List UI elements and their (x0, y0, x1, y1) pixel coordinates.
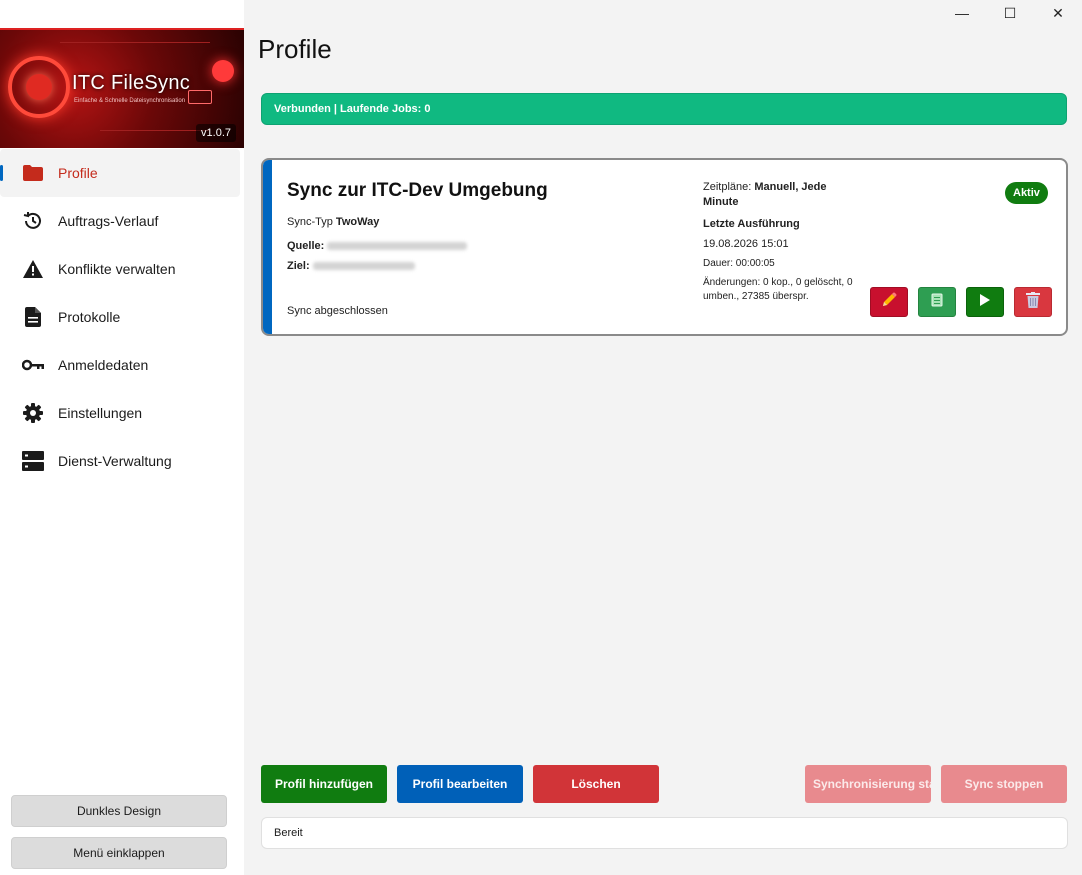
logo-tagline: Einfache & Schnelle Dateisynchronisation (74, 98, 186, 104)
window-controls: — ☐ ✕ (938, 0, 1082, 26)
folder-icon (22, 162, 44, 184)
sidebar-item-logs[interactable]: Protokolle (0, 293, 244, 341)
sidebar-item-label: Anmeldedaten (58, 357, 149, 373)
target-path-redacted (312, 262, 415, 271)
profile-title: Sync zur ITC-Dev Umgebung (287, 180, 548, 201)
sidebar-item-history[interactable]: Auftrags-Verlauf (0, 197, 244, 245)
sidebar-item-profile[interactable]: Profile (0, 149, 240, 197)
schedules-line: Zeitpläne: Manuell, Jede Minute (703, 180, 853, 210)
sidebar-item-label: Protokolle (58, 309, 121, 325)
close-button[interactable]: ✕ (1034, 0, 1082, 26)
trash-icon (1026, 291, 1040, 313)
app-logo: ITC FileSync Einfache & Schnelle Dateisy… (0, 28, 244, 148)
start-sync-button[interactable]: Synchronisierung starten (805, 765, 931, 803)
warning-icon (22, 258, 44, 280)
delete-button[interactable]: Löschen (533, 765, 659, 803)
card-accent (263, 160, 272, 334)
stop-sync-button[interactable]: Sync stoppen (941, 765, 1067, 803)
page-title: Profile (258, 34, 332, 64)
sidebar-nav: Profile Auftrags-Verlauf Konflikte verwa… (0, 149, 244, 485)
maximize-button[interactable]: ☐ (986, 0, 1034, 26)
sidebar-item-label: Einstellungen (58, 405, 143, 421)
run-profile-icon-button[interactable] (966, 287, 1004, 317)
add-profile-button[interactable]: Profil hinzufügen (261, 765, 387, 803)
sidebar: ITC FileSync Einfache & Schnelle Dateisy… (0, 0, 244, 875)
schedules-label: Zeitpläne: (703, 181, 752, 193)
sync-logo-icon (8, 56, 70, 118)
profile-card[interactable]: Sync zur ITC-Dev Umgebung Sync-Typ TwoWa… (261, 158, 1068, 336)
copy-profile-icon-button[interactable] (918, 287, 956, 317)
sidebar-item-conflicts[interactable]: Konflikte verwalten (0, 245, 244, 293)
sidebar-item-credentials[interactable]: Anmeldedaten (0, 341, 244, 389)
logo-brand: ITC FileSync (72, 72, 191, 94)
edit-profile-icon-button[interactable] (870, 287, 908, 317)
copy-icon (931, 293, 943, 312)
status-badge: Aktiv (1005, 182, 1048, 204)
profile-status: Sync abgeschlossen (287, 305, 388, 317)
connection-status-banner: Verbunden | Laufende Jobs: 0 (261, 93, 1067, 125)
play-icon (980, 293, 990, 311)
target-line: Ziel: (287, 260, 415, 272)
document-icon (22, 306, 44, 328)
dark-mode-button[interactable]: Dunkles Design (11, 795, 227, 827)
key-icon (22, 354, 44, 376)
pencil-icon (881, 292, 897, 313)
sidebar-item-settings[interactable]: Einstellungen (0, 389, 244, 437)
target-label: Ziel: (287, 260, 310, 272)
sidebar-item-label: Konflikte verwalten (58, 261, 176, 277)
edit-profile-button[interactable]: Profil bearbeiten (397, 765, 523, 803)
last-run-value: 19.08.2026 15:01 (703, 238, 789, 250)
source-line: Quelle: (287, 240, 468, 252)
sidebar-item-service[interactable]: Dienst-Verwaltung (0, 437, 244, 485)
server-icon (22, 450, 44, 472)
history-icon (22, 210, 44, 232)
sync-type-value: TwoWay (335, 216, 380, 228)
last-run-label: Letzte Ausführung (703, 218, 800, 230)
sidebar-item-label: Profile (58, 165, 98, 181)
source-path-redacted (327, 242, 468, 251)
monitor-icon (188, 90, 212, 104)
delete-profile-icon-button[interactable] (1014, 287, 1052, 317)
duration: Dauer: 00:00:05 (703, 258, 775, 269)
source-label: Quelle: (287, 240, 325, 252)
gear-icon (22, 402, 44, 424)
sidebar-item-label: Auftrags-Verlauf (58, 213, 159, 229)
minimize-button[interactable]: — (938, 0, 986, 26)
version-badge: v1.0.7 (196, 124, 236, 142)
status-bar: Bereit (261, 817, 1068, 849)
sync-type-label: Sync-Typ (287, 216, 333, 228)
sync-type-line: Sync-Typ TwoWay (287, 216, 379, 228)
changes-summary: Änderungen: 0 kop., 0 gelöscht, 0 umben.… (703, 277, 853, 302)
collapse-menu-button[interactable]: Menü einklappen (11, 837, 227, 869)
cloud-icon (212, 60, 234, 82)
sidebar-item-label: Dienst-Verwaltung (58, 453, 172, 469)
